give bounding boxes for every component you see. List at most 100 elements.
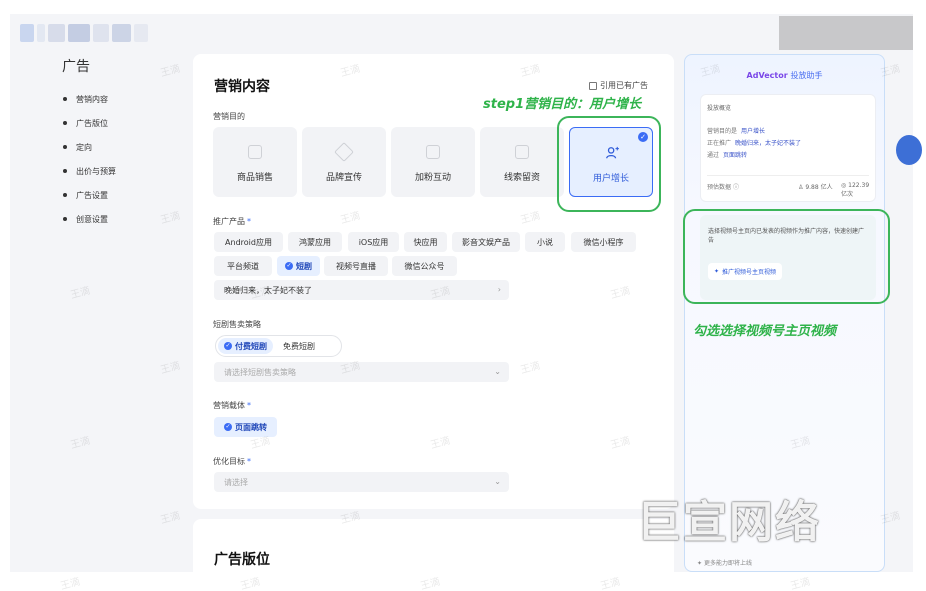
page-title: 营销内容 <box>214 79 270 95</box>
chip-novel[interactable]: 小说 <box>525 232 565 252</box>
panel-title-brand: AdVector <box>746 71 788 80</box>
watermark-text: 王滴 <box>69 285 92 302</box>
opt-label-text: 优化目标 <box>213 457 245 466</box>
bullet-icon <box>63 121 67 125</box>
estimate-reach-value: 9.88 亿人 <box>805 184 833 191</box>
people-icon: ♙ <box>798 184 804 191</box>
check-icon: ✓ <box>224 342 232 350</box>
carrier-label: 营销载体 * <box>213 401 251 410</box>
chat-icon <box>426 145 440 159</box>
annotation-box-tip <box>683 209 890 304</box>
goal-card-brand[interactable]: 品牌宣传 <box>302 127 386 197</box>
overview-via-key: 通过 <box>707 152 720 159</box>
watermark-text: 王滴 <box>59 576 82 591</box>
estimate-label-text: 预估数据 <box>707 184 732 191</box>
placement-card: 广告版位 <box>193 519 674 572</box>
bullet-icon <box>63 217 67 221</box>
goal-label: 营销目的 <box>213 112 245 121</box>
opt-label: 优化目标 * <box>213 457 251 466</box>
opt-select[interactable]: 请选择 ⌄ <box>214 472 509 492</box>
opt-placeholder: 请选择 <box>224 477 248 487</box>
chevron-down-icon: ⌄ <box>494 367 501 376</box>
chip-label: 短剧 <box>296 261 312 271</box>
sidebar-item-label: 出价与预算 <box>76 166 116 176</box>
overview-via-value: 页面跳转 <box>723 152 748 159</box>
goal-label-text: 加粉互动 <box>414 173 451 183</box>
panel-title-sub: 投放助手 <box>790 71 823 80</box>
watermark-text: 王滴 <box>159 360 182 377</box>
overview-promo-value: 晚婚归来，太子妃不装了 <box>735 140 802 147</box>
watermark-text: 王滴 <box>419 576 442 591</box>
chip-quick-app[interactable]: 快应用 <box>404 232 447 252</box>
annotation-step1: step1营销目的：用户增长 <box>483 97 642 112</box>
sidebar-item-label: 营销内容 <box>76 94 108 104</box>
sparkle-icon: ✦ <box>697 560 703 567</box>
chip-android[interactable]: Android应用 <box>214 232 283 252</box>
estimate-label: 预估数据 ⓘ <box>707 182 739 191</box>
checkbox-icon[interactable] <box>589 81 597 90</box>
blurred-logo <box>20 24 148 42</box>
chip-channels-live[interactable]: 视频号直播 <box>324 256 388 276</box>
check-icon: ✓ <box>285 262 293 270</box>
floating-assistant-icon[interactable] <box>896 135 922 165</box>
bullet-icon <box>63 169 67 173</box>
cite-label: 引用已有广告 <box>600 81 648 90</box>
sidebar-item-ad-settings[interactable]: 广告设置 <box>63 183 116 207</box>
product-label-text: 推广产品 <box>213 217 245 226</box>
overview-promo: 正在推广 晚婚归来，太子妃不装了 <box>707 138 801 147</box>
chip-media[interactable]: 影音文娱产品 <box>452 232 520 252</box>
tag-icon <box>334 142 354 162</box>
cite-existing-ad[interactable]: 引用已有广告 <box>589 80 648 91</box>
section-title-placement: 广告版位 <box>214 552 270 568</box>
help-icon[interactable]: ⓘ <box>733 184 739 191</box>
chip-ios[interactable]: iOS应用 <box>348 232 399 252</box>
blurred-account-area <box>779 16 913 50</box>
sidebar-item-label: 广告版位 <box>76 118 108 128</box>
sidebar-item-label: 定向 <box>76 142 92 152</box>
top-bar <box>10 14 913 52</box>
watermark-text: 王滴 <box>789 576 812 591</box>
strategy-label: 短剧售卖策略 <box>213 320 261 329</box>
strategy-toggle: ✓ 付费短剧 免费短剧 <box>215 335 342 357</box>
chip-short-drama[interactable]: ✓ 短剧 <box>277 256 320 276</box>
strategy-free-option[interactable]: 免费短剧 <box>273 341 325 352</box>
strategy-select[interactable]: 请选择短剧售卖策略 ⌄ <box>214 362 509 382</box>
chip-mini-program[interactable]: 微信小程序 <box>571 232 636 252</box>
watermark-text: 王滴 <box>159 510 182 527</box>
watermark-text: 王滴 <box>159 63 182 80</box>
panel-footer: ✦ 更多能力即将上线 <box>697 558 752 567</box>
goal-card-sales[interactable]: 商品销售 <box>213 127 297 197</box>
panel-footer-text: 更多能力即将上线 <box>703 560 752 567</box>
sidebar-item-targeting[interactable]: 定向 <box>63 135 116 159</box>
sidebar-item-label: 创意设置 <box>76 214 108 224</box>
sidebar-item-label: 广告设置 <box>76 190 108 200</box>
overview-title: 投放概览 <box>707 105 732 112</box>
watermark-text: 王滴 <box>69 435 92 452</box>
sidebar-nav: 营销内容 广告版位 定向 出价与预算 广告设置 创意设置 <box>63 87 116 231</box>
sidebar-item-marketing-content[interactable]: 营销内容 <box>63 87 116 111</box>
overview-goal: 营销目的是 用户增长 <box>707 126 765 135</box>
overview-promo-key: 正在推广 <box>707 140 732 147</box>
chip-harmony[interactable]: 鸿蒙应用 <box>288 232 342 252</box>
overview-goal-key: 营销目的是 <box>707 128 738 135</box>
sidebar-item-creative-settings[interactable]: 创意设置 <box>63 207 116 231</box>
sidebar-item-placement[interactable]: 广告版位 <box>63 111 116 135</box>
overview-via: 通过 页面跳转 <box>707 150 747 159</box>
strategy-paid-label: 付费短剧 <box>235 341 267 351</box>
chip-official-account[interactable]: 微信公众号 <box>392 256 457 276</box>
watermark-text: 王滴 <box>239 576 262 591</box>
goal-label-text: 商品销售 <box>236 173 273 183</box>
sidebar-item-bid-budget[interactable]: 出价与预算 <box>63 159 116 183</box>
goal-label-text: 品牌宣传 <box>325 173 362 183</box>
product-label: 推广产品 * <box>213 217 251 226</box>
annotation-box-goal <box>557 116 661 212</box>
goal-card-fans[interactable]: 加粉互动 <box>391 127 475 197</box>
strategy-paid-option[interactable]: ✓ 付费短剧 <box>218 338 273 354</box>
goal-card-leads[interactable]: 线索留资 <box>480 127 564 197</box>
bullet-icon <box>63 145 67 149</box>
carrier-value: 页面跳转 <box>235 422 267 432</box>
chip-channel[interactable]: 平台频道 <box>214 256 272 276</box>
bullet-icon <box>63 193 67 197</box>
chevron-right-icon: › <box>497 285 501 294</box>
bag-icon <box>248 145 262 159</box>
